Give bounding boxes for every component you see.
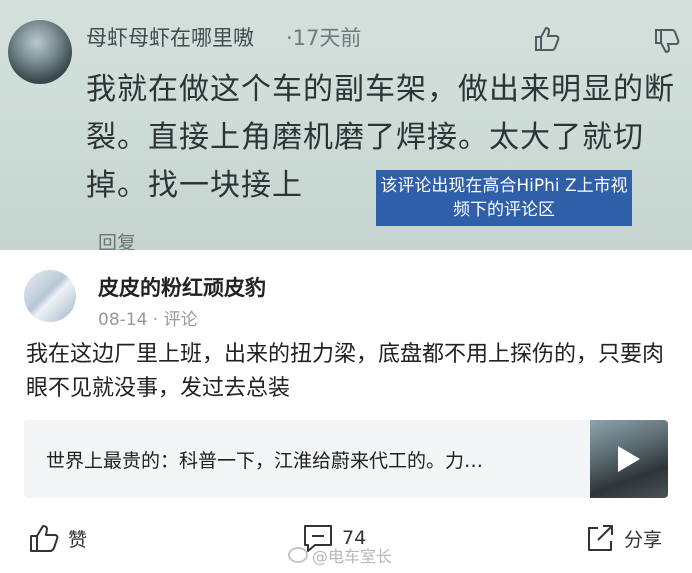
comment-username: 母虾母虾在哪里嗷 — [86, 26, 254, 50]
video-thumbnail[interactable] — [590, 420, 668, 498]
thumbs-up-icon[interactable] — [532, 24, 562, 54]
comment-source: · 评论 — [147, 310, 198, 330]
photographed-comment: 母虾母虾在哪里嗷 ·17天前 我就在做这个车的副车架，做出来明显的断裂。直接上角… — [0, 0, 692, 250]
like-label: 赞 — [68, 528, 88, 551]
reply-button[interactable]: 回复 — [98, 228, 136, 250]
play-icon — [618, 446, 640, 472]
comment-date: 08-14 — [98, 310, 148, 330]
avatar[interactable] — [24, 270, 76, 322]
share-button[interactable]: 分享 — [584, 522, 662, 554]
thumbs-down-icon[interactable] — [652, 26, 682, 56]
comment-username[interactable]: 皮皮的粉红顽皮豹 — [98, 272, 266, 302]
comment-time: ·17天前 — [286, 26, 362, 50]
like-button[interactable]: 赞 — [28, 522, 87, 554]
thumbs-up-icon — [30, 525, 59, 552]
watermark: @电车室长 — [288, 543, 392, 567]
comment-meta: 08-14 · 评论 — [98, 305, 198, 330]
linked-video-card[interactable]: 世界上最贵的：科普一下，江淮给蔚来代工的。力… — [24, 420, 668, 498]
card-title: 世界上最贵的：科普一下，江淮给蔚来代工的。力… — [46, 450, 484, 472]
share-icon — [588, 525, 613, 551]
watermark-text: @电车室长 — [312, 547, 393, 566]
comment-text: 我在这边厂里上班，出来的扭力梁，底盘都不用上探伤的，只要肉眼不见就没事，发过去总… — [26, 342, 665, 401]
weibo-icon — [288, 547, 308, 563]
share-label: 分享 — [624, 528, 663, 551]
avatar — [8, 20, 72, 84]
annotation-label: 该评论出现在高合HiPhi Z上市视频下的评论区 — [376, 170, 632, 226]
